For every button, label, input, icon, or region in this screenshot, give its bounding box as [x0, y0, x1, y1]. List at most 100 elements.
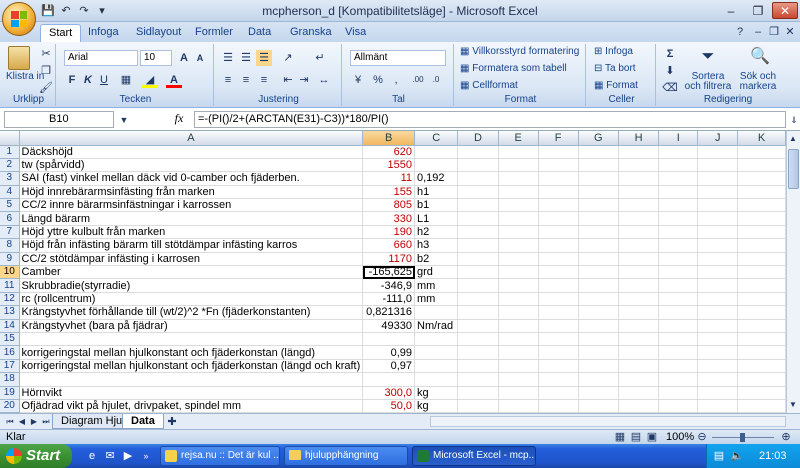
align-middle-icon[interactable]: ☰ [238, 50, 254, 66]
cell-value[interactable]: 190 [362, 225, 415, 240]
cut-icon[interactable]: ✂ [38, 46, 54, 62]
zoom-level[interactable]: 100% [666, 431, 694, 443]
empty-cell[interactable] [618, 252, 660, 267]
number-format-select[interactable]: Allmänt [350, 50, 446, 66]
empty-cell[interactable] [578, 319, 619, 333]
minimize-button[interactable]: – [718, 2, 744, 19]
empty-cell[interactable] [618, 145, 660, 159]
col-header[interactable]: C [414, 131, 459, 146]
empty-cell[interactable] [457, 225, 499, 240]
percent-icon[interactable]: % [370, 72, 386, 88]
empty-cell[interactable] [457, 305, 499, 320]
cell-label[interactable]: rc (rollcentrum) [19, 292, 364, 307]
empty-cell[interactable] [697, 319, 739, 333]
empty-cell[interactable] [578, 278, 619, 293]
select-all-corner[interactable] [0, 131, 20, 146]
empty-cell[interactable] [618, 386, 660, 400]
empty-cell[interactable] [737, 252, 786, 267]
empty-cell[interactable] [538, 372, 579, 387]
empty-cell[interactable] [697, 372, 739, 387]
taskbar-item-excel[interactable]: Microsoft Excel - mcp... [412, 446, 536, 466]
empty-cell[interactable] [658, 386, 699, 400]
empty-cell[interactable] [658, 198, 699, 213]
col-header[interactable]: I [658, 131, 699, 146]
cell-unit[interactable]: b2 [414, 252, 459, 267]
empty-cell[interactable] [658, 238, 699, 253]
empty-cell[interactable] [618, 225, 660, 240]
cell-value[interactable]: 805 [362, 198, 415, 213]
zoom-in-icon[interactable]: ⊕ [778, 429, 794, 445]
empty-cell[interactable] [498, 252, 539, 267]
cell-unit[interactable] [414, 305, 459, 320]
empty-cell[interactable] [658, 278, 699, 293]
empty-cell[interactable] [618, 211, 660, 226]
cell-unit[interactable] [414, 332, 459, 347]
ribbon-minimize-icon[interactable]: – [750, 24, 766, 40]
empty-cell[interactable] [658, 145, 699, 159]
cell-value[interactable]: 620 [362, 145, 415, 159]
col-header[interactable]: J [697, 131, 739, 146]
zoom-slider-thumb[interactable] [740, 433, 745, 442]
empty-cell[interactable] [737, 171, 786, 186]
cell-label[interactable]: Krängstyvhet (bara på fjädrar) [19, 319, 364, 333]
decrease-indent-icon[interactable]: ⇤ [280, 72, 296, 88]
row-header[interactable]: 16 [0, 345, 20, 360]
worksheet-grid[interactable]: A B C D E F G H I J K 1 Däckshöjd 620 2 tw (… [0, 131, 786, 413]
empty-cell[interactable] [737, 158, 786, 173]
empty-cell[interactable] [618, 399, 660, 413]
cell-label[interactable]: Höjd innrebärarmsinfästing från marken [19, 185, 364, 200]
empty-cell[interactable] [498, 372, 539, 387]
empty-cell[interactable] [457, 386, 499, 400]
empty-cell[interactable] [697, 399, 739, 413]
empty-cell[interactable] [697, 158, 739, 173]
empty-cell[interactable] [538, 198, 579, 213]
empty-cell[interactable] [538, 359, 579, 374]
empty-cell[interactable] [618, 278, 660, 293]
maximize-button[interactable]: ❐ [745, 2, 771, 19]
empty-cell[interactable] [658, 399, 699, 413]
empty-cell[interactable] [538, 292, 579, 307]
cell-label[interactable]: Camber [19, 265, 364, 280]
empty-cell[interactable] [697, 386, 739, 400]
empty-cell[interactable] [538, 185, 579, 200]
empty-cell[interactable] [658, 292, 699, 307]
empty-cell[interactable] [498, 185, 539, 200]
tab-granska[interactable]: Granska [282, 24, 340, 42]
shrink-font-icon[interactable]: A [192, 50, 208, 66]
empty-cell[interactable] [578, 332, 619, 347]
empty-cell[interactable] [737, 305, 786, 320]
empty-cell[interactable] [658, 211, 699, 226]
empty-cell[interactable] [498, 265, 539, 280]
orientation-icon[interactable]: ↗ [280, 50, 296, 66]
undo-icon[interactable]: ↶ [58, 3, 74, 19]
col-header[interactable]: D [457, 131, 499, 146]
empty-cell[interactable] [498, 171, 539, 186]
empty-cell[interactable] [737, 386, 786, 400]
empty-cell[interactable] [457, 145, 499, 159]
empty-cell[interactable] [498, 332, 539, 347]
empty-cell[interactable] [457, 211, 499, 226]
row-header[interactable]: 2 [0, 158, 20, 173]
quicklaunch-media-icon[interactable]: ▶ [120, 448, 136, 464]
empty-cell[interactable] [737, 265, 786, 280]
empty-cell[interactable] [578, 359, 619, 374]
delete-cells-button[interactable]: ⊟ Ta bort [594, 63, 636, 74]
empty-cell[interactable] [578, 185, 619, 200]
row-header[interactable]: 7 [0, 225, 20, 240]
align-top-icon[interactable]: ☰ [220, 50, 236, 66]
cell-value[interactable]: -165,625 [362, 265, 415, 280]
empty-cell[interactable] [498, 399, 539, 413]
row-header[interactable]: 3 [0, 171, 20, 186]
empty-cell[interactable] [697, 252, 739, 267]
col-header[interactable]: K [737, 131, 786, 146]
empty-cell[interactable] [457, 399, 499, 413]
italic-button[interactable]: K [80, 72, 96, 88]
quicklaunch-ie-icon[interactable]: e [84, 448, 100, 464]
empty-cell[interactable] [697, 265, 739, 280]
font-size-select[interactable]: 10 [140, 50, 172, 66]
zoom-out-icon[interactable]: ⊖ [694, 429, 710, 445]
empty-cell[interactable] [498, 225, 539, 240]
empty-cell[interactable] [457, 252, 499, 267]
expand-formula-icon[interactable]: ⇓ [786, 112, 800, 128]
quicklaunch-more-icon[interactable]: » [138, 448, 154, 464]
